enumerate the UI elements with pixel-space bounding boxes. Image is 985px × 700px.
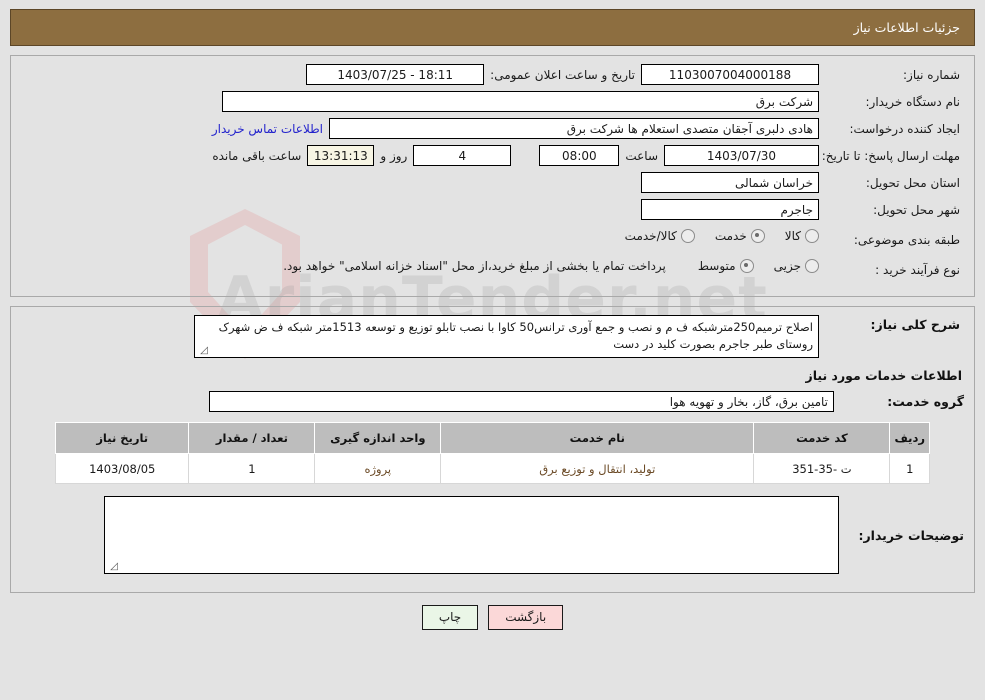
creator-field[interactable]: هادی دلبری آجقان متصدی استعلام ها شرکت ب… (329, 118, 819, 139)
radio-dot-icon[interactable] (680, 229, 695, 243)
radio-process-motevaset[interactable]: متوسط (698, 259, 754, 273)
row-process-type: نوع فرآیند خرید : جزیی متوسط پرداخت تمام… (21, 259, 964, 283)
row-service-group: گروه خدمت: تامین برق، گاز، بخار و تهویه … (21, 391, 964, 412)
radio-label: خدمت (714, 229, 747, 243)
th-radif: ردیف (889, 422, 930, 454)
services-section-title: اطلاعات خدمات مورد نیاز (805, 368, 963, 383)
cell-unit: پروژه (314, 453, 442, 484)
public-announce-field[interactable]: 1403/07/25 - 18:11 (306, 64, 485, 85)
province-label: استان محل تحویل: (865, 176, 960, 190)
buyer-org-field[interactable]: شرکت برق (222, 91, 819, 112)
print-button[interactable]: چاپ (421, 605, 479, 630)
description-label: شرح کلی نیاز: (870, 317, 960, 332)
category-radio-group: کالا خدمت کالا/خدمت (609, 229, 819, 243)
row-province: استان محل تحویل: خراسان شمالی (21, 172, 964, 196)
radio-label: کالا/خدمت (624, 229, 677, 243)
process-note: پرداخت تمام یا بخشی از مبلغ خرید،از محل … (283, 259, 666, 273)
radio-label: جزیی (773, 259, 801, 273)
radio-dot-icon[interactable] (805, 229, 819, 243)
radio-dot-icon[interactable] (739, 259, 754, 273)
cell-service-code: ت -35-351 (753, 453, 891, 484)
radio-dot-icon[interactable] (805, 259, 819, 273)
city-field[interactable]: جاجرم (641, 199, 819, 220)
row-creator: ایجاد کننده درخواست: هادی دلبری آجقان مت… (21, 118, 964, 142)
row-buyer-org: نام دستگاه خریدار: شرکت برق (21, 91, 964, 115)
process-radio-group: جزیی متوسط (682, 259, 819, 273)
th-need-date: تاریخ نیاز (54, 422, 190, 454)
radio-label: متوسط (697, 259, 736, 273)
city-label: شهر محل تحویل: (873, 203, 960, 217)
radio-category-kala-khedmat[interactable]: کالا/خدمت (625, 229, 695, 243)
row-city: شهر محل تحویل: جاجرم (21, 199, 964, 223)
table-header-row: ردیف کد خدمت نام خدمت واحد اندازه گیری ت… (54, 422, 930, 454)
buyer-notes-textarea[interactable]: ◿ (104, 496, 839, 574)
deadline-time-field[interactable]: 08:00 (539, 145, 620, 166)
th-service-name: نام خدمت (440, 422, 755, 454)
radio-label: کالا (784, 229, 801, 243)
province-field[interactable]: خراسان شمالی (641, 172, 819, 193)
table-row: 1 ت -35-351 تولید، انتقال و توزیع برق پر… (54, 453, 930, 484)
cell-quantity: 1 (188, 453, 316, 484)
remaining-clock-field: 13:31:13 (307, 145, 375, 166)
radio-category-khedmat[interactable]: خدمت (715, 229, 765, 243)
need-number-field[interactable]: 1103007004000188 (641, 64, 819, 85)
row-description: شرح کلی نیاز: اصلاح ترمیم250مترشبکه ف م … (21, 315, 964, 358)
public-announce-label: تاریخ و ساعت اعلان عمومی: (490, 67, 635, 82)
services-panel: شرح کلی نیاز: اصلاح ترمیم250مترشبکه ف م … (10, 306, 975, 593)
buyer-notes-label: توضیحات خریدار: (858, 527, 964, 543)
action-button-bar: بازگشت چاپ (0, 605, 985, 630)
remaining-suffix-label: ساعت باقی مانده (212, 148, 302, 163)
th-unit: واحد اندازه گیری (314, 422, 442, 454)
back-button[interactable]: بازگشت (488, 605, 564, 630)
page-header: جزئیات اطلاعات نیاز (10, 9, 975, 46)
need-number-label: شماره نیاز: (903, 68, 960, 82)
cell-service-name: تولید، انتقال و توزیع برق (440, 453, 755, 484)
th-quantity: تعداد / مقدار (188, 422, 316, 454)
buyer-org-label: نام دستگاه خریدار: (865, 95, 961, 109)
days-and-label: روز و (380, 148, 408, 163)
services-table: ردیف کد خدمت نام خدمت واحد اندازه گیری ت… (54, 422, 930, 484)
service-group-label: گروه خدمت: (887, 394, 964, 409)
cell-radif: 1 (889, 453, 930, 484)
service-group-field[interactable]: تامین برق، گاز، بخار و تهویه هوا (209, 391, 834, 412)
description-textarea[interactable]: اصلاح ترمیم250مترشبکه ف م و نصب و جمع آو… (194, 315, 819, 358)
cell-need-date: 1403/08/05 (54, 453, 190, 484)
category-label: طبقه بندی موضوعی: (853, 233, 960, 247)
radio-dot-icon[interactable] (750, 229, 765, 243)
process-label: نوع فرآیند خرید : (875, 263, 960, 277)
deadline-hour-label: ساعت (625, 148, 658, 163)
row-need-number: شماره نیاز: 1103007004000188 تاریخ و ساع… (21, 64, 964, 88)
deadline-date-field[interactable]: 1403/07/30 (664, 145, 819, 166)
th-service-code: کد خدمت (753, 422, 891, 454)
deadline-label: مهلت ارسال پاسخ: تا تاریخ: (821, 149, 960, 163)
remaining-days-field: 4 (413, 145, 512, 166)
need-info-panel: شماره نیاز: 1103007004000188 تاریخ و ساع… (10, 55, 975, 297)
radio-process-jozii[interactable]: جزیی (774, 259, 819, 273)
row-category: طبقه بندی موضوعی: کالا خدمت کالا/خدمت (21, 229, 964, 253)
buyer-contact-link[interactable]: اطلاعات تماس خریدار (212, 122, 323, 136)
row-buyer-notes: توضیحات خریدار: ◿ (21, 496, 964, 574)
description-text: اصلاح ترمیم250مترشبکه ف م و نصب و جمع آو… (218, 320, 813, 351)
resize-grip-icon[interactable]: ◿ (198, 346, 208, 356)
resize-grip-icon[interactable]: ◿ (108, 562, 118, 572)
page-title: جزئیات اطلاعات نیاز (853, 20, 960, 35)
radio-category-kala[interactable]: کالا (785, 229, 819, 243)
creator-label: ایجاد کننده درخواست: (849, 122, 960, 136)
row-deadline: مهلت ارسال پاسخ: تا تاریخ: 1403/07/30 سا… (21, 145, 964, 169)
